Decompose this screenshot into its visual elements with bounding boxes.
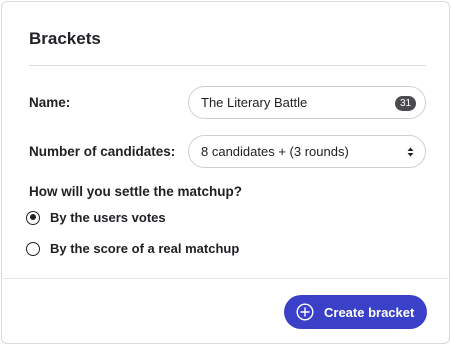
radio-button-unchecked[interactable] [26, 241, 40, 256]
brackets-panel: Brackets Name: The Literary Battle 31 Nu… [1, 1, 450, 344]
radio-label: By the users votes [50, 210, 166, 225]
radio-option-real-matchup[interactable]: By the score of a real matchup [26, 241, 239, 256]
title-divider [29, 65, 426, 66]
name-input-value: The Literary Battle [201, 95, 308, 110]
candidates-select-value: 8 candidates + (3 rounds) [201, 144, 349, 159]
name-input[interactable]: The Literary Battle 31 [188, 86, 426, 119]
radio-label: By the score of a real matchup [50, 241, 240, 256]
radio-option-users-votes[interactable]: By the users votes [26, 210, 166, 225]
name-label: Name: [29, 95, 71, 110]
candidates-label: Number of candidates: [29, 144, 176, 159]
candidates-select[interactable]: 8 candidates + (3 rounds) [188, 135, 426, 168]
radio-button-checked[interactable] [26, 210, 40, 225]
plus-circle-icon [296, 303, 314, 321]
footer-divider [3, 278, 450, 279]
panel-title: Brackets [29, 29, 101, 48]
character-counter-badge: 31 [395, 96, 416, 111]
settle-question: How will you settle the matchup? [29, 184, 243, 199]
create-bracket-label: Create bracket [324, 304, 415, 320]
create-bracket-button[interactable]: Create bracket [284, 295, 427, 329]
updown-arrows-icon [407, 147, 414, 157]
